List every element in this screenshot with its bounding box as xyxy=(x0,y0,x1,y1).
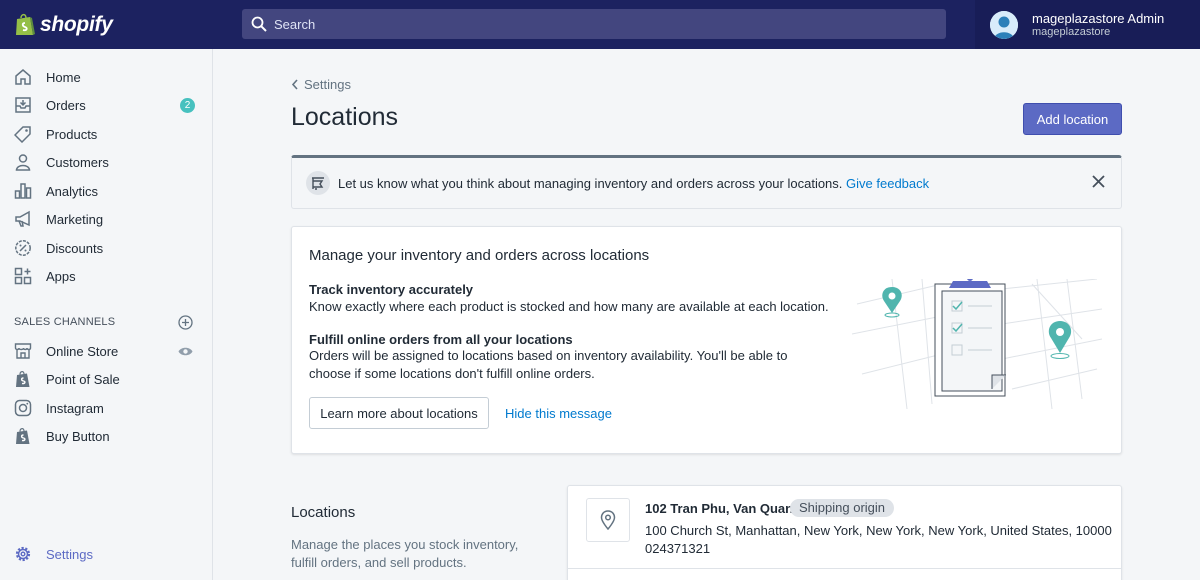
user-name: mageplazastore Admin xyxy=(1032,10,1165,26)
banner-message: Let us know what you think about managin… xyxy=(338,175,843,191)
bar-chart-icon xyxy=(14,182,32,200)
brand-logo[interactable]: shopify xyxy=(0,0,213,49)
search-icon xyxy=(251,16,267,32)
sidebar-item-label: Point of Sale xyxy=(46,371,120,387)
megaphone-icon xyxy=(14,210,32,228)
sidebar-item-label: Apps xyxy=(46,268,76,284)
intro-card-title: Manage your inventory and orders across … xyxy=(309,247,650,264)
person-icon xyxy=(14,153,32,171)
status-badge: Shipping origin xyxy=(790,499,895,517)
chevron-left-icon xyxy=(291,79,298,90)
location-pin-thumbnail xyxy=(586,498,630,542)
sidebar-item-label: Customers xyxy=(46,154,109,170)
sidebar-item-settings[interactable]: Settings xyxy=(0,540,212,568)
brand-name: shopify xyxy=(40,12,113,36)
sidebar-item-orders[interactable]: Orders 2 xyxy=(0,91,212,119)
sidebar-item-point-of-sale[interactable]: Point of Sale xyxy=(0,365,212,393)
give-feedback-link[interactable]: Give feedback xyxy=(846,176,929,191)
sidebar-item-label: Instagram xyxy=(46,400,104,416)
banner-text: Let us know what you think about managin… xyxy=(338,176,929,191)
search-input[interactable] xyxy=(274,16,914,32)
divider xyxy=(568,568,1121,569)
store-icon xyxy=(14,342,32,360)
shopify-bag-icon xyxy=(16,13,35,35)
sidebar-item-label: Buy Button xyxy=(46,428,110,444)
sidebar-item-home[interactable]: Home xyxy=(0,63,212,91)
sidebar-item-products[interactable]: Products xyxy=(0,120,212,148)
discount-icon xyxy=(14,239,32,257)
user-store: mageplazastore xyxy=(1032,25,1111,38)
page-title: Locations xyxy=(291,103,399,131)
sidebar: Home Orders 2 Products Customers Analyti… xyxy=(0,49,213,580)
breadcrumb-label: Settings xyxy=(304,77,351,92)
tag-icon xyxy=(14,125,32,143)
sidebar-item-buy-button[interactable]: Buy Button xyxy=(0,422,212,450)
intro-text-track: Know exactly where each product is stock… xyxy=(309,299,829,314)
location-phone: 024371321 xyxy=(645,541,711,556)
sidebar-item-label: Settings xyxy=(46,546,93,562)
top-bar: shopify mageplazastore Admin mageplazast… xyxy=(0,0,1200,49)
inventory-clipboard-illustration xyxy=(852,279,1102,409)
intro-text-fulfill: Orders will be assigned to locations bas… xyxy=(309,348,788,381)
sidebar-item-label: Orders xyxy=(46,97,86,113)
sales-channels-heading: SALES CHANNELS xyxy=(14,316,116,328)
locations-section-description: Manage the places you stock inventory, f… xyxy=(291,537,519,570)
location-address: 100 Church St, Manhattan, New York, New … xyxy=(645,523,1112,538)
eye-icon[interactable] xyxy=(178,346,193,357)
sidebar-item-label: Products xyxy=(46,126,98,142)
sidebar-item-label: Home xyxy=(46,69,81,85)
sidebar-item-apps[interactable]: Apps xyxy=(0,262,212,290)
locations-section-heading: Locations xyxy=(291,504,356,521)
instagram-icon xyxy=(14,399,32,417)
breadcrumb[interactable]: Settings xyxy=(291,77,351,92)
avatar xyxy=(990,10,1018,39)
sidebar-item-online-store[interactable]: Online Store xyxy=(0,337,212,365)
search-bar[interactable] xyxy=(242,9,946,39)
sidebar-item-label: Online Store xyxy=(46,343,119,359)
apps-icon xyxy=(14,267,32,285)
add-channel-icon[interactable] xyxy=(178,315,193,330)
feedback-banner: Let us know what you think about managin… xyxy=(291,155,1122,209)
sidebar-item-analytics[interactable]: Analytics xyxy=(0,177,212,205)
shopify-bag-icon xyxy=(14,427,32,445)
intro-card: Manage your inventory and orders across … xyxy=(291,226,1122,454)
orders-count-badge: 2 xyxy=(180,98,195,113)
sidebar-item-label: Analytics xyxy=(46,183,99,199)
close-icon[interactable] xyxy=(1092,175,1105,188)
location-pin-icon xyxy=(600,510,616,530)
sidebar-item-label: Marketing xyxy=(46,211,104,227)
location-name: 102 Tran Phu, Van Quan xyxy=(645,501,794,516)
sidebar-item-marketing[interactable]: Marketing xyxy=(0,205,212,233)
location-card[interactable]: 102 Tran Phu, Van Quan Shipping origin 1… xyxy=(567,485,1122,580)
feedback-icon xyxy=(306,171,330,195)
orders-icon xyxy=(14,96,32,114)
hide-message-link[interactable]: Hide this message xyxy=(505,406,612,421)
sidebar-item-discounts[interactable]: Discounts xyxy=(0,234,212,262)
gear-icon xyxy=(14,545,32,563)
sidebar-item-label: Discounts xyxy=(46,240,104,256)
intro-heading-fulfill: Fulfill online orders from all your loca… xyxy=(309,332,573,347)
main-content: Settings Locations Add location Let us k… xyxy=(213,49,1200,580)
avatar-person-icon xyxy=(990,10,1018,39)
sidebar-item-instagram[interactable]: Instagram xyxy=(0,394,212,422)
user-menu[interactable]: mageplazastore Admin mageplazastore xyxy=(975,0,1200,49)
sidebar-item-customers[interactable]: Customers xyxy=(0,148,212,176)
intro-heading-track: Track inventory accurately xyxy=(309,282,474,297)
learn-more-button[interactable]: Learn more about locations xyxy=(309,397,489,429)
shopify-bag-icon xyxy=(14,370,32,388)
home-icon xyxy=(14,68,32,86)
add-location-button[interactable]: Add location xyxy=(1023,103,1122,135)
